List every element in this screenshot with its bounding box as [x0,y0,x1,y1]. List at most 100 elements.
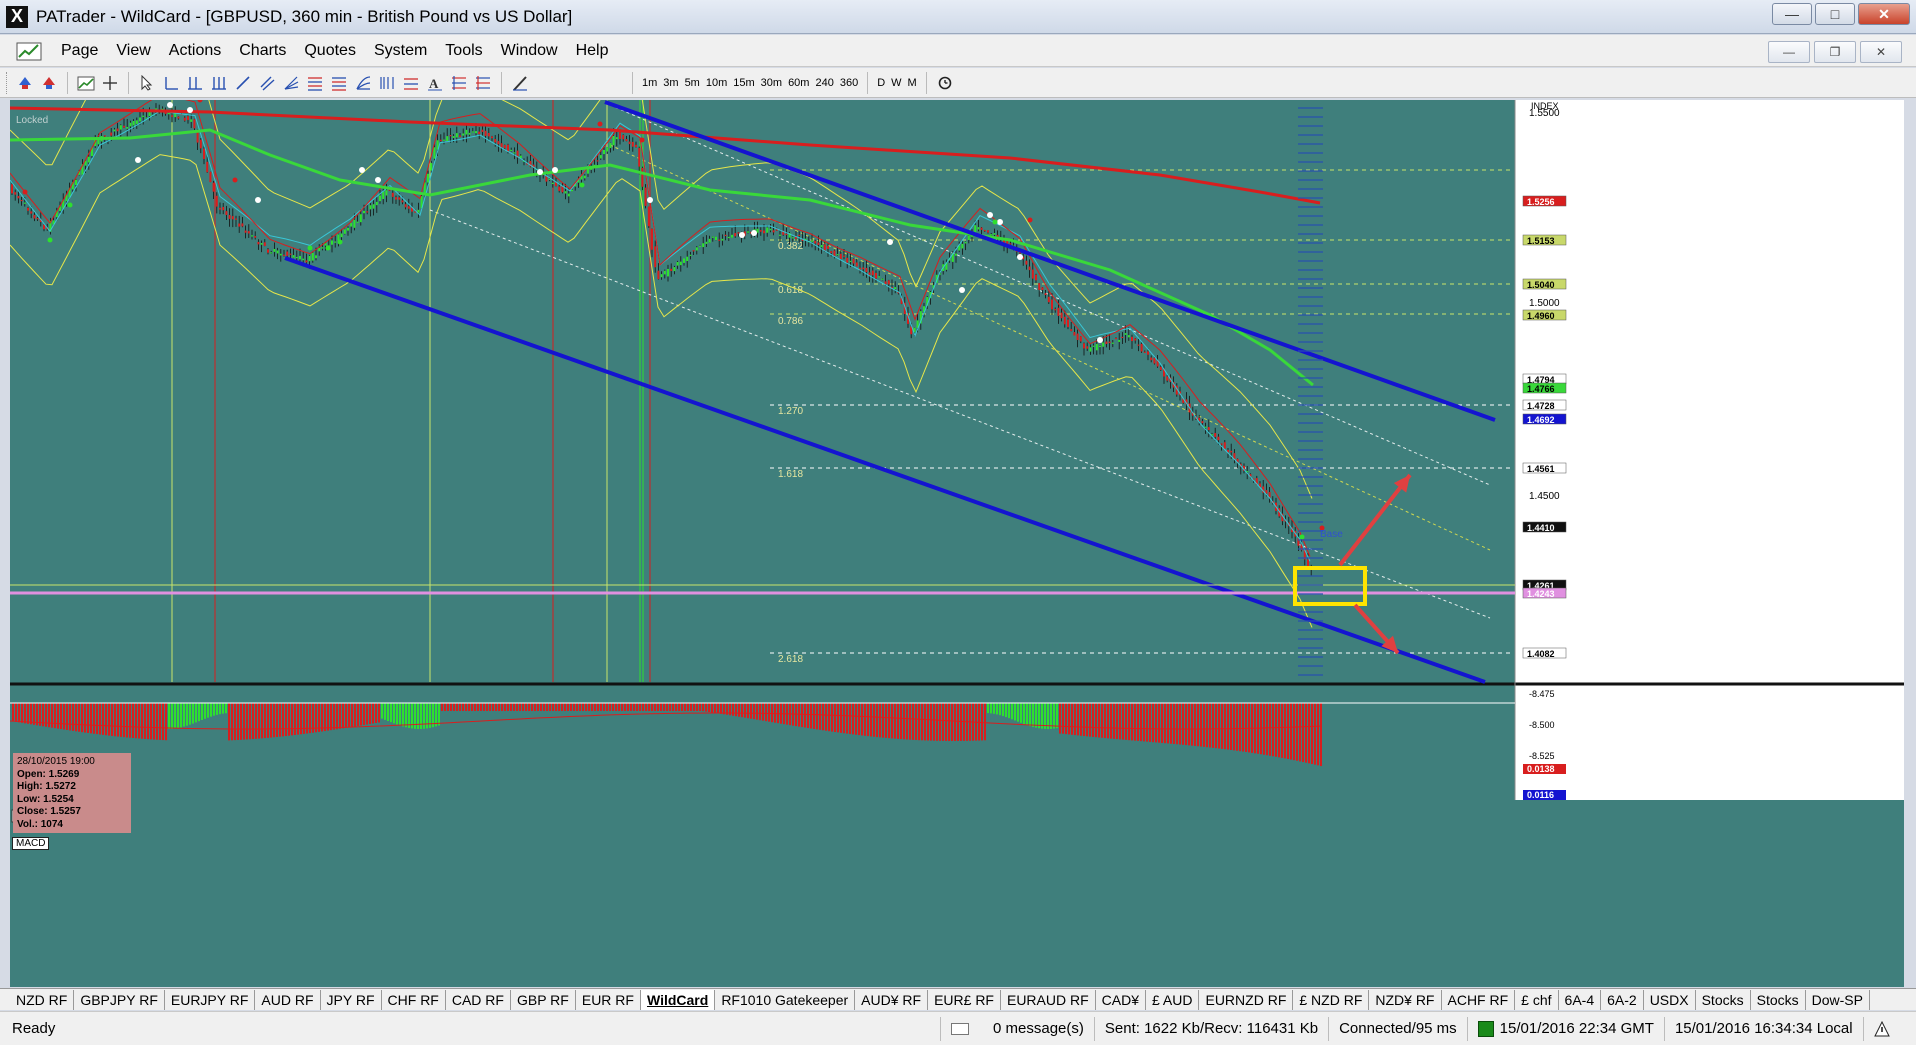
tab-2[interactable]: EURJPY RF [165,989,256,1010]
menu-help[interactable]: Help [567,35,618,67]
tab-20[interactable]: £ chf [1515,989,1559,1010]
candle-body [305,260,308,263]
tab-14[interactable]: CAD¥ [1096,989,1147,1010]
pointer-icon[interactable] [136,72,158,94]
menu-charts[interactable]: Charts [230,35,295,67]
candle-body [203,148,205,159]
minimize-button[interactable]: — [1772,3,1812,25]
timeframe-10m[interactable]: 10m [703,72,730,94]
timeframe-360[interactable]: 360 [837,72,861,94]
tab-5[interactable]: CHF RF [382,989,446,1010]
tab-6[interactable]: CAD RF [446,989,511,1010]
timeframe-weekly[interactable]: W [888,72,904,94]
child-restore-button[interactable]: ❐ [1814,41,1856,63]
pitchfork-icon[interactable] [472,72,494,94]
menu-view[interactable]: View [107,35,159,67]
tab-4[interactable]: JPY RF [321,989,382,1010]
tab-22[interactable]: 6A-2 [1601,989,1644,1010]
sell-order-icon[interactable] [14,72,36,94]
tab-7[interactable]: GBP RF [511,989,576,1010]
macd-bar [1050,703,1052,729]
gann-box-icon[interactable] [448,72,470,94]
timeframe-60m[interactable]: 60m [785,72,812,94]
macd-bar [408,703,410,728]
macd-bar [609,703,611,711]
tab-24[interactable]: Stocks [1696,989,1751,1010]
tab-3[interactable]: AUD RF [255,989,321,1010]
candle-body [270,252,273,254]
tab-23[interactable]: USDX [1644,989,1696,1010]
crosshair-icon[interactable] [99,72,121,94]
candle-body [843,255,845,257]
timeframe-30m[interactable]: 30m [758,72,785,94]
buy-order-icon[interactable] [38,72,60,94]
timeframe-3m[interactable]: 3m [660,72,681,94]
menu-tools[interactable]: Tools [436,35,491,67]
status-messages[interactable]: 0 message(s) [940,1016,1094,1041]
tab-17[interactable]: £ NZD RF [1293,989,1370,1010]
tab-15[interactable]: £ AUD [1146,989,1200,1010]
close-button[interactable]: ✕ [1858,3,1910,25]
timeframe-1m[interactable]: 1m [639,72,660,94]
tab-8[interactable]: EUR RF [576,989,641,1010]
macd-bar [138,703,140,739]
tab-0[interactable]: NZD RF [10,989,75,1010]
channel-icon[interactable] [208,72,230,94]
macd-bar [522,703,524,711]
macd-bar [237,703,239,740]
fan-lines-icon[interactable] [280,72,302,94]
macd-bar [228,703,230,741]
tab-9[interactable]: WildCard [640,989,716,1010]
macd-bar [510,703,512,711]
tab-11[interactable]: AUD¥ RF [855,989,929,1010]
timeframe-240[interactable]: 240 [812,72,836,94]
candle-body [967,235,970,240]
candle-body [1089,347,1092,352]
tab-10[interactable]: RF1010 Gatekeeper [715,989,856,1010]
child-close-button[interactable]: ✕ [1860,41,1902,63]
retracement-icon[interactable] [400,72,422,94]
macd-bar [711,703,713,713]
trend-line-icon[interactable] [232,72,254,94]
parallel-lines-icon[interactable] [256,72,278,94]
toolbar-grip[interactable] [6,71,9,94]
tab-13[interactable]: EURAUD RF [1001,989,1096,1010]
menu-page[interactable]: Page [52,35,107,67]
timeframe-monthly[interactable]: M [905,72,920,94]
tab-1[interactable]: GBPJPY RF [74,989,165,1010]
timeframe-daily[interactable]: D [874,72,888,94]
candle-body [1031,269,1034,279]
fibonacci-icon[interactable] [304,72,326,94]
pencil-draw-icon[interactable] [509,72,531,94]
tab-19[interactable]: ACHF RF [1442,989,1516,1010]
price-tag-label: 1.5256 [1527,197,1555,207]
tab-21[interactable]: 6A-4 [1559,989,1602,1010]
macd-bar [165,703,167,741]
menu-system[interactable]: System [365,35,436,67]
menu-actions[interactable]: Actions [160,35,230,67]
tab-18[interactable]: NZD¥ RF [1369,989,1442,1010]
macd-bar [150,703,152,740]
price-chart[interactable]: 0.3820.6180.7861.2701.6182.618Base1.5500… [10,100,1904,987]
candle-body [1127,335,1130,338]
horizontal-line-icon[interactable] [160,72,182,94]
time-zones-icon[interactable] [376,72,398,94]
text-tool-icon[interactable]: A [424,72,446,94]
tab-12[interactable]: EUR£ RF [928,989,1001,1010]
timeframe-15m[interactable]: 15m [730,72,757,94]
tab-26[interactable]: Dow-SP [1806,989,1870,1010]
child-minimize-button[interactable]: — [1768,41,1810,63]
fibonacci-extension-icon[interactable] [328,72,350,94]
menu-window[interactable]: Window [492,35,567,67]
macd-bar [906,703,908,740]
timeframe-5m[interactable]: 5m [682,72,703,94]
fibonacci-fan-icon[interactable] [352,72,374,94]
tab-25[interactable]: Stocks [1751,989,1806,1010]
vertical-line-icon[interactable] [184,72,206,94]
macd-bar [90,703,92,734]
clock-icon[interactable] [934,72,956,94]
new-chart-icon[interactable] [75,72,97,94]
menu-quotes[interactable]: Quotes [295,35,365,67]
maximize-button[interactable]: □ [1815,3,1855,25]
tab-16[interactable]: EURNZD RF [1199,989,1294,1010]
